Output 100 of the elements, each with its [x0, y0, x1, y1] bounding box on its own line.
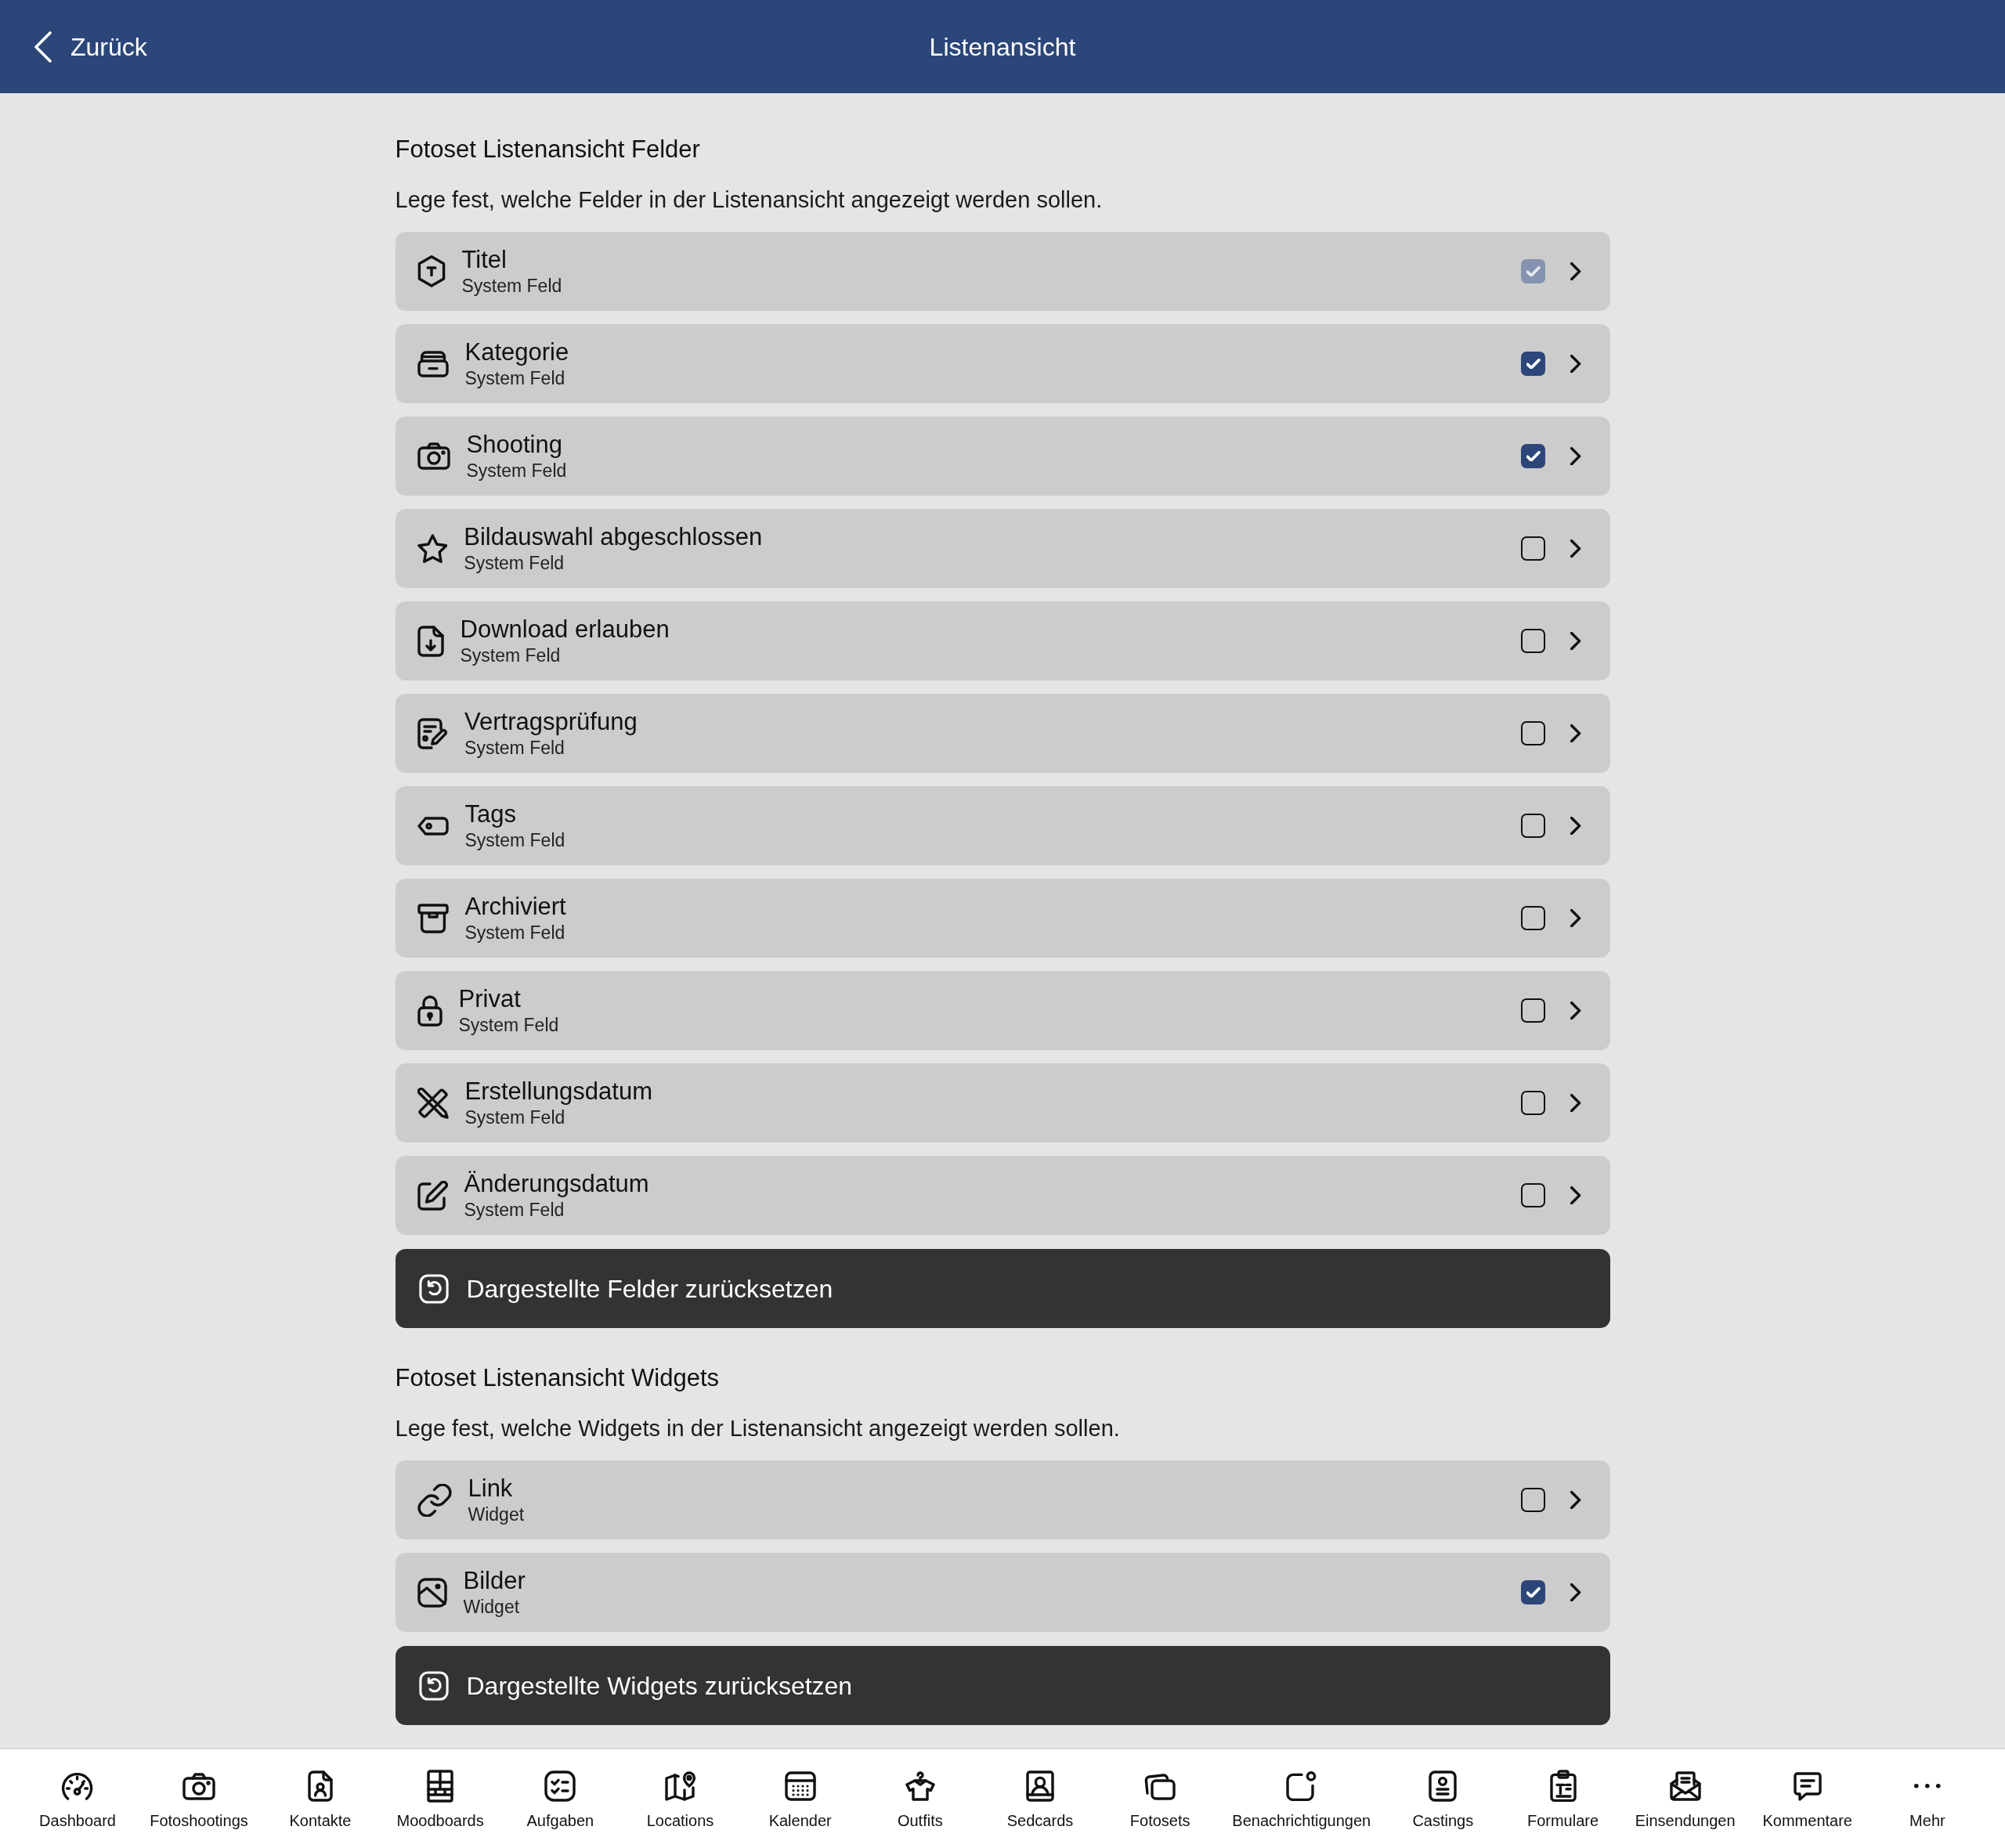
map-pin-icon	[664, 1771, 696, 1801]
more-icon	[1914, 1784, 1941, 1788]
checkbox[interactable]	[1521, 814, 1546, 838]
tab-bar-item[interactable]: Einsendungen	[1624, 1770, 1747, 1831]
star-icon	[417, 533, 448, 564]
checkbox[interactable]	[1521, 721, 1546, 745]
archive-box-icon	[417, 903, 449, 933]
checkbox[interactable]	[1521, 1580, 1546, 1604]
tag-icon	[417, 816, 449, 836]
field-row[interactable]: Erstellungsdatum System Feld	[395, 1063, 1610, 1142]
chevron-right-icon	[1570, 446, 1581, 466]
field-row[interactable]: Bildauswahl abgeschlossen System Feld	[395, 509, 1610, 588]
chevron-right-icon	[1570, 1490, 1581, 1510]
row-subtitle: System Feld	[464, 366, 565, 390]
widget-row[interactable]: Link Widget	[395, 1460, 1610, 1539]
row-subtitle: Widget	[463, 1595, 520, 1619]
tab-bar-item[interactable]: Locations	[621, 1770, 739, 1831]
widget-row[interactable]: Bilder Widget	[395, 1553, 1610, 1632]
chevron-right-icon	[1570, 539, 1581, 558]
chevron-right-icon	[1570, 1001, 1581, 1020]
stacked-cards-icon	[1144, 1772, 1176, 1800]
shirt-hanger-icon	[905, 1771, 935, 1801]
checkbox[interactable]	[1521, 1091, 1546, 1115]
back-chevron-icon	[34, 31, 52, 63]
row-title: Vertragsprüfung	[464, 707, 638, 736]
reset-button[interactable]: Dargestellte Widgets zurücksetzen	[395, 1646, 1610, 1725]
tab-bar-item[interactable]: Sedcards	[981, 1770, 1099, 1831]
row-subtitle: System Feld	[464, 1106, 565, 1129]
id-badge-icon	[1429, 1770, 1458, 1802]
document-pencil-icon	[417, 717, 449, 749]
checkbox[interactable]	[1521, 444, 1546, 468]
edit-icon	[417, 1180, 448, 1211]
row-title: Kategorie	[464, 337, 569, 366]
grid-icon	[427, 1770, 454, 1803]
checkbox[interactable]	[1521, 1183, 1546, 1207]
portrait-card-icon	[1026, 1770, 1054, 1802]
tab-bar-item[interactable]: Fotoshootings	[139, 1770, 259, 1831]
back-button[interactable]: Zurück	[34, 31, 147, 63]
tab-bar-item[interactable]: Dashboard	[19, 1770, 136, 1831]
speedometer-icon	[62, 1772, 93, 1800]
tab-bar-item[interactable]: Kontakte	[262, 1770, 379, 1831]
section-title: Fotoset Listenansicht Felder	[395, 135, 700, 164]
chevron-right-icon	[1570, 1093, 1581, 1113]
tab-bar-item[interactable]: Fotosets	[1101, 1770, 1219, 1831]
chevron-right-icon	[1570, 1186, 1581, 1205]
field-row[interactable]: Änderungsdatum System Feld	[395, 1156, 1610, 1235]
tab-bar-item[interactable]: Kalender	[741, 1770, 859, 1831]
field-row[interactable]: Privat System Feld	[395, 971, 1610, 1050]
row-title: Privat	[458, 984, 521, 1013]
section-description: Lege fest, welche Widgets in der Listenansicht angezeigt werden sollen.	[395, 1415, 1120, 1442]
file-download-icon	[417, 625, 444, 657]
checkbox[interactable]	[1521, 352, 1546, 376]
field-row[interactable]: Kategorie System Feld	[395, 324, 1610, 403]
checkbox[interactable]	[1521, 1488, 1546, 1512]
check-icon	[1526, 1586, 1541, 1598]
check-icon	[1526, 358, 1541, 370]
checkbox[interactable]	[1521, 998, 1546, 1023]
row-title: Download erlauben	[460, 615, 670, 644]
field-row[interactable]: Shooting System Feld	[395, 417, 1610, 496]
row-subtitle: Widget	[468, 1503, 525, 1526]
chevron-right-icon	[1570, 724, 1581, 743]
chevron-right-icon	[1570, 816, 1581, 836]
tab-bar-item[interactable]: Outfits	[861, 1770, 979, 1831]
chevron-right-icon	[1570, 1583, 1581, 1602]
tab-bar-item[interactable]: Benachrichtigungen	[1221, 1770, 1382, 1831]
tray-stack-icon	[417, 350, 449, 377]
envelope-icon	[1669, 1771, 1701, 1801]
row-title: Bilder	[463, 1566, 526, 1595]
field-row[interactable]: Vertragsprüfung System Feld	[395, 694, 1610, 773]
checklist-icon	[544, 1770, 576, 1802]
row-subtitle: System Feld	[458, 1013, 559, 1037]
field-row[interactable]: Archiviert System Feld	[395, 879, 1610, 958]
tab-bar-item[interactable]: Formulare	[1504, 1770, 1622, 1831]
checkbox[interactable]	[1521, 629, 1546, 653]
clipboard-icon	[1549, 1770, 1577, 1803]
chevron-right-icon	[1570, 354, 1581, 374]
tab-bar-item[interactable]: Aufgaben	[501, 1770, 620, 1831]
tab-bar-item[interactable]: Kommentare	[1748, 1770, 1866, 1831]
row-title: Titel	[461, 245, 507, 274]
lock-icon	[417, 994, 443, 1027]
field-row[interactable]: Download erlauben System Feld	[395, 601, 1610, 680]
undo-icon	[418, 1273, 449, 1304]
field-row[interactable]: Tags System Feld	[395, 786, 1610, 865]
row-subtitle: System Feld	[464, 736, 565, 760]
row-title: Link	[468, 1474, 513, 1503]
row-title: Tags	[464, 799, 516, 828]
row-subtitle: System Feld	[461, 274, 562, 298]
speech-bubble-icon	[1793, 1771, 1822, 1801]
row-title: Bildauswahl abgeschlossen	[464, 522, 763, 551]
row-title: Archiviert	[464, 892, 566, 921]
check-icon	[1526, 450, 1541, 462]
link-icon	[417, 1483, 452, 1517]
checkbox[interactable]	[1521, 906, 1546, 930]
page-title: Listenansicht	[929, 31, 1076, 63]
checkbox[interactable]	[1521, 536, 1546, 561]
tab-bar-item[interactable]: Mehr	[1868, 1770, 1986, 1831]
reset-button[interactable]: Dargestellte Felder zurücksetzen	[395, 1249, 1610, 1328]
tab-bar-item[interactable]: Castings	[1384, 1770, 1502, 1831]
tab-bar-item[interactable]: Moodboards	[381, 1770, 500, 1831]
row-title: Erstellungsdatum	[464, 1077, 652, 1106]
